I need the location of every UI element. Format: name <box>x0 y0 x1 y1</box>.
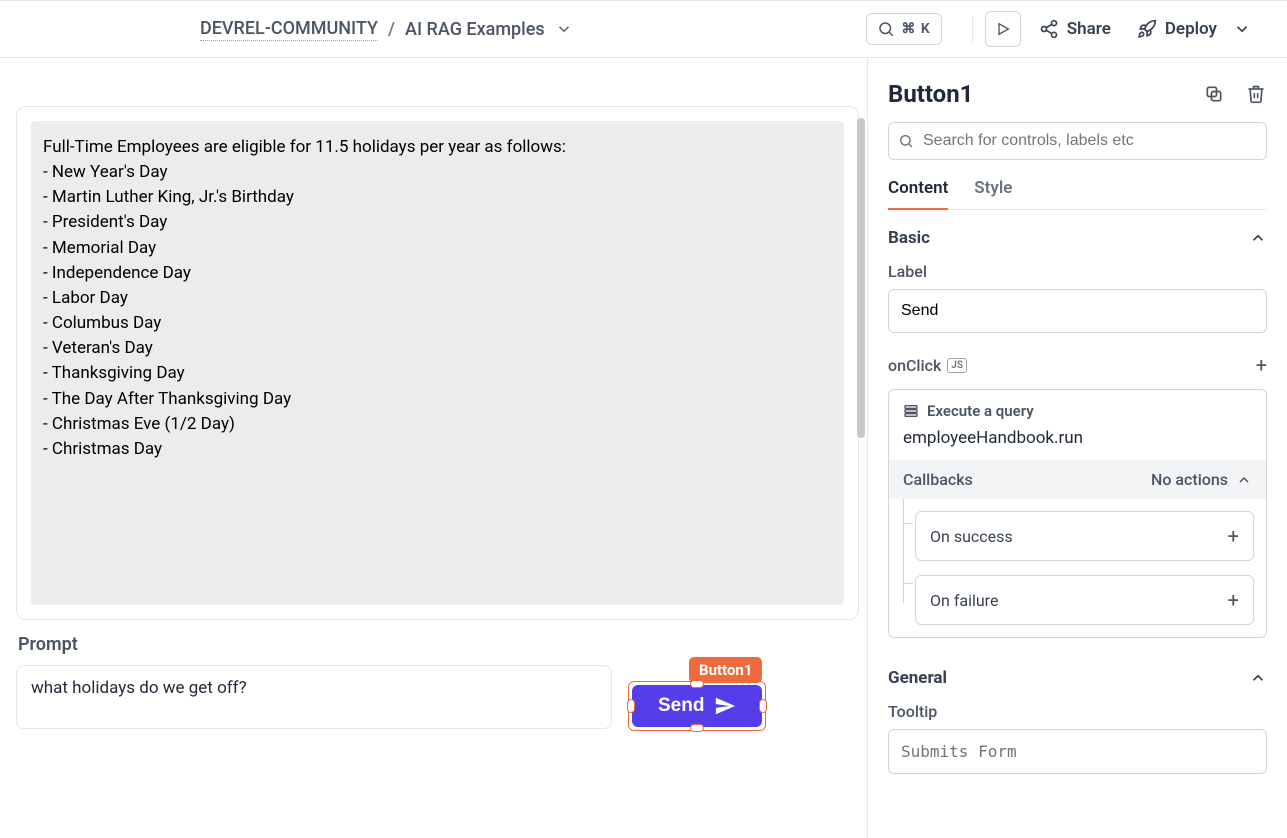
resize-handle-left[interactable] <box>627 699 635 713</box>
section-general-title: General <box>888 668 947 688</box>
tab-style[interactable]: Style <box>974 178 1012 209</box>
callbacks-header[interactable]: Callbacks No actions <box>889 460 1266 499</box>
breadcrumb-project[interactable]: DEVREL-COMMUNITY <box>200 18 378 41</box>
panel-title: Button1 <box>888 80 1193 108</box>
label-input[interactable] <box>888 289 1267 333</box>
onclick-label: onClick <box>888 356 941 375</box>
resize-handle-right[interactable] <box>759 699 767 713</box>
resize-handle-top[interactable] <box>690 680 704 688</box>
breadcrumb-separator: / <box>388 19 395 40</box>
action-title: Execute a query <box>927 402 1034 420</box>
properties-panel: Button1 Content Style Basic <box>867 58 1287 838</box>
section-general-header[interactable]: General <box>888 668 1267 688</box>
deploy-button[interactable]: Deploy <box>1137 19 1251 39</box>
canvas-area[interactable]: Full-Time Employees are eligible for 11.… <box>0 58 867 838</box>
chevron-down-icon[interactable] <box>555 20 573 38</box>
chevron-up-icon <box>1249 229 1267 247</box>
breadcrumb-page[interactable]: AI RAG Examples <box>405 19 545 40</box>
panel-tabs: Content Style <box>888 178 1267 210</box>
preview-button[interactable] <box>985 11 1021 47</box>
output-widget[interactable]: Full-Time Employees are eligible for 11.… <box>16 106 859 620</box>
deploy-label: Deploy <box>1165 19 1217 39</box>
resize-handle-bottom[interactable] <box>690 724 704 732</box>
callbacks-label: Callbacks <box>903 470 973 489</box>
top-bar: DEVREL-COMMUNITY / AI RAG Examples ⌘ K S… <box>0 0 1287 58</box>
send-button[interactable]: Send <box>632 685 762 727</box>
callbacks-status: No actions <box>1151 470 1228 489</box>
panel-search-input[interactable] <box>888 122 1267 160</box>
search-icon <box>898 133 914 149</box>
on-success-label: On success <box>930 527 1013 546</box>
share-icon <box>1039 19 1059 39</box>
trash-icon[interactable] <box>1245 83 1267 105</box>
action-card[interactable]: Execute a query employeeHandbook.run <box>889 390 1266 460</box>
callback-on-failure[interactable]: On failure + <box>915 575 1254 625</box>
section-basic-title: Basic <box>888 228 930 248</box>
prompt-label: Prompt <box>18 634 859 655</box>
tree-branch <box>903 583 913 584</box>
chevron-up-icon <box>1236 472 1252 488</box>
chevron-up-icon <box>1249 669 1267 687</box>
share-label: Share <box>1067 19 1111 39</box>
chevron-down-icon[interactable] <box>1233 20 1251 38</box>
divider <box>972 16 973 42</box>
share-button[interactable]: Share <box>1039 19 1111 39</box>
scrollbar-thumb[interactable] <box>857 118 865 438</box>
command-search-button[interactable]: ⌘ K <box>866 13 941 45</box>
tooltip-input[interactable] <box>888 729 1267 774</box>
tab-content[interactable]: Content <box>888 178 948 210</box>
js-badge: JS <box>947 358 967 373</box>
search-icon <box>877 20 895 38</box>
tree-branch <box>903 523 913 524</box>
callback-on-success[interactable]: On success + <box>915 511 1254 561</box>
paper-plane-icon <box>714 695 736 717</box>
command-shortcut: ⌘ K <box>901 21 930 37</box>
prompt-input[interactable]: what holidays do we get off? <box>16 665 612 729</box>
copy-icon[interactable] <box>1203 83 1225 105</box>
section-basic-header[interactable]: Basic <box>888 228 1267 248</box>
rocket-icon <box>1137 19 1157 39</box>
tree-line <box>903 499 904 603</box>
label-field-label: Label <box>888 262 1267 281</box>
output-text: Full-Time Employees are eligible for 11.… <box>31 121 844 605</box>
play-icon <box>995 21 1011 37</box>
action-query-name: employeeHandbook.run <box>903 428 1252 448</box>
tooltip-field-label: Tooltip <box>888 702 1267 721</box>
add-success-action[interactable]: + <box>1228 524 1239 548</box>
add-failure-action[interactable]: + <box>1228 588 1239 612</box>
onclick-action-box: Execute a query employeeHandbook.run Cal… <box>888 389 1267 638</box>
breadcrumb: DEVREL-COMMUNITY / AI RAG Examples <box>200 18 866 41</box>
query-icon <box>903 403 919 419</box>
send-button-label: Send <box>658 695 704 717</box>
add-action-button[interactable]: + <box>1256 353 1267 377</box>
on-failure-label: On failure <box>930 591 998 610</box>
